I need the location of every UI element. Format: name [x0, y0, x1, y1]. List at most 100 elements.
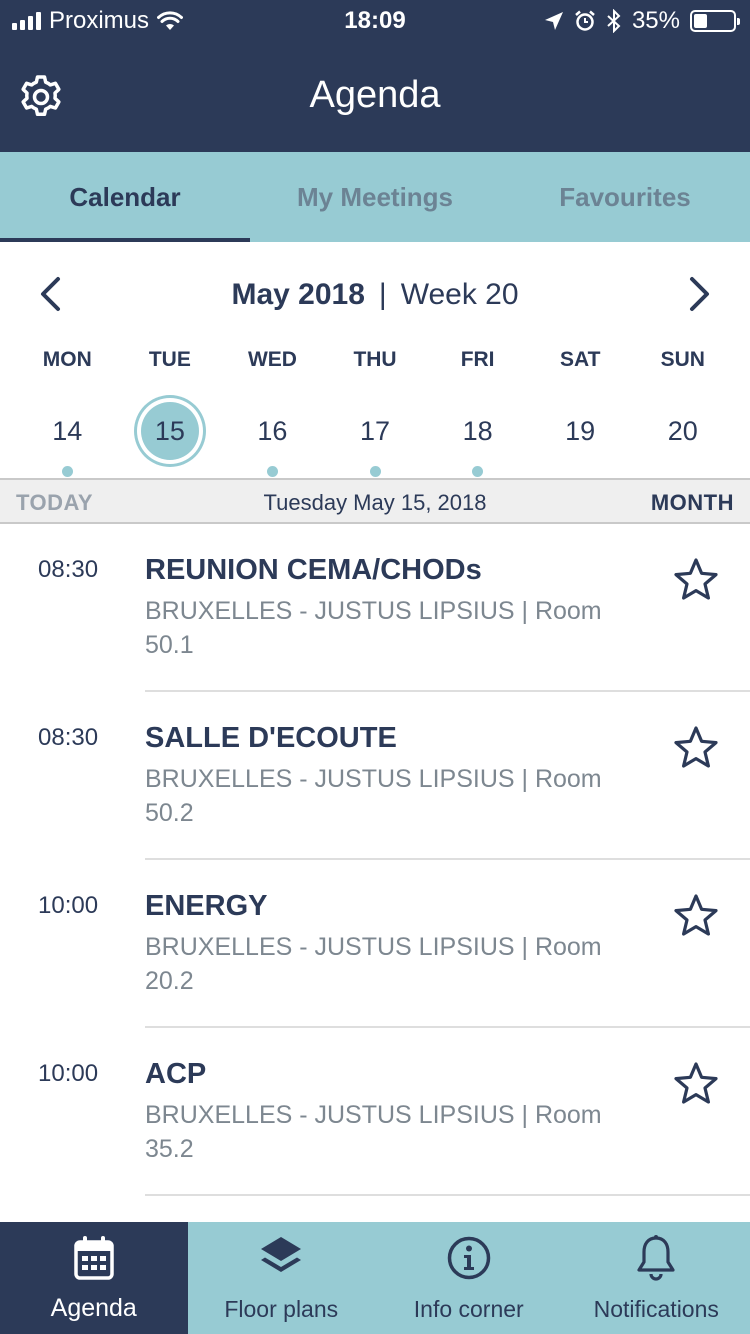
meeting-item[interactable]: 08:30 REUNION CEMA/CHODs BRUXELLES - JUS…: [0, 524, 750, 692]
meeting-list: 08:30 REUNION CEMA/CHODs BRUXELLES - JUS…: [0, 524, 750, 1196]
nav-icon-wrap: [0, 1234, 188, 1286]
nav-icon-wrap: [563, 1234, 750, 1286]
day-name: TUE: [148, 348, 191, 371]
day-name: THU: [353, 348, 397, 371]
info-icon: [447, 1236, 490, 1280]
week-title: May 2018 | Week 20: [0, 278, 750, 312]
nav-notifications[interactable]: Notifications: [563, 1222, 750, 1334]
meeting-title: ACP: [145, 1058, 207, 1090]
next-week-button[interactable]: [680, 274, 720, 314]
day-number-wrap: 20: [631, 396, 734, 466]
status-bar: Proximus 18:09 35%: [0, 0, 750, 40]
alarm-icon: [575, 10, 595, 31]
meeting-location: BRUXELLES - JUSTUS LIPSIUS | Room 35.2: [145, 1101, 602, 1163]
nav-label: Floor plans: [224, 1296, 339, 1322]
month-label: May 2018: [231, 278, 365, 311]
chevron-right-icon: [690, 277, 709, 311]
status-right: 35%: [544, 7, 740, 35]
day-column[interactable]: THU 17: [324, 340, 427, 477]
day-number-wrap: 19: [529, 396, 632, 466]
day-column[interactable]: SAT 19: [529, 340, 632, 477]
date-bar: TODAY Tuesday May 15, 2018 MONTH: [0, 478, 750, 524]
meeting-title: REUNION CEMA/CHODs: [145, 554, 482, 586]
bottom-nav: Agenda Floor plans Info corner Notificat…: [0, 1222, 750, 1334]
day-number[interactable]: 14: [38, 402, 96, 460]
meeting-location: BRUXELLES - JUSTUS LIPSIUS | Room 50.1: [145, 597, 602, 659]
location-arrow-icon: [544, 12, 563, 30]
event-indicator-dot: [369, 466, 381, 477]
tab-calendar[interactable]: Calendar: [0, 152, 250, 242]
app-header: Agenda: [0, 40, 750, 152]
day-name: WED: [247, 348, 297, 371]
day-number[interactable]: 20: [654, 402, 712, 460]
nav-label: Notifications: [593, 1296, 719, 1322]
nav-label: Agenda: [50, 1294, 137, 1322]
event-indicator-dot: [61, 466, 73, 477]
favourite-star-button[interactable]: [672, 1060, 720, 1108]
day-name: SAT: [559, 348, 601, 371]
week-label: Week 20: [400, 278, 519, 311]
meeting-title: ENERGY: [145, 890, 268, 922]
month-view-button[interactable]: MONTH: [651, 490, 734, 516]
bell-icon: [637, 1235, 675, 1281]
day-number-wrap: 16: [221, 396, 324, 466]
nav-icon-wrap: [188, 1234, 376, 1286]
meeting-time: 10:00: [38, 1060, 99, 1087]
week-separator: |: [378, 278, 387, 311]
nav-icon-wrap: [375, 1234, 563, 1286]
page-title: Agenda: [309, 74, 441, 116]
meeting-item[interactable]: 08:30 SALLE D'ECOUTE BRUXELLES - JUSTUS …: [0, 692, 750, 860]
nav-info-corner[interactable]: Info corner: [375, 1222, 563, 1334]
day-column[interactable]: FRI 18: [426, 340, 529, 477]
day-name: MON: [42, 348, 92, 371]
nav-label: Info corner: [413, 1296, 524, 1322]
event-indicator-dot: [472, 466, 484, 477]
meeting-time: 10:00: [38, 892, 99, 919]
day-number[interactable]: 17: [346, 402, 404, 460]
tab-bar: Calendar My Meetings Favourites: [0, 152, 750, 242]
favourite-star-button[interactable]: [672, 892, 720, 940]
day-column[interactable]: TUE 15: [119, 340, 222, 477]
meeting-item[interactable]: 10:00 ENERGY BRUXELLES - JUSTUS LIPSIUS …: [0, 860, 750, 1028]
day-name: SUN: [660, 348, 705, 371]
day-number-wrap: 18: [426, 396, 529, 466]
day-column[interactable]: MON 14: [16, 340, 119, 477]
nav-agenda[interactable]: Agenda: [0, 1222, 188, 1334]
tab-favourites[interactable]: Favourites: [500, 152, 750, 242]
event-indicator-dot: [266, 466, 278, 477]
meeting-item[interactable]: 10:00 ACP BRUXELLES - JUSTUS LIPSIUS | R…: [0, 1028, 750, 1196]
calendar-icon: [74, 1236, 114, 1280]
divider: [145, 1194, 750, 1196]
selected-date-label: Tuesday May 15, 2018: [263, 490, 487, 515]
day-column[interactable]: SUN 20: [631, 340, 734, 477]
day-number-wrap: 14: [16, 396, 119, 466]
star-icon: [674, 726, 718, 768]
favourite-star-button[interactable]: [672, 724, 720, 772]
day-number[interactable]: 19: [551, 402, 609, 460]
nav-floor-plans[interactable]: Floor plans: [188, 1222, 376, 1334]
day-name: FRI: [460, 348, 495, 371]
meeting-time: 08:30: [38, 724, 99, 751]
meeting-location: BRUXELLES - JUSTUS LIPSIUS | Room 20.2: [145, 933, 602, 995]
week-days: MON 14 TUE 15 WED 16 THU 17 FRI 18 SAT 1…: [16, 340, 734, 477]
star-icon: [674, 558, 718, 600]
day-number-wrap: 17: [324, 396, 427, 466]
week-navigator: May 2018 | Week 20: [0, 262, 750, 332]
meeting-location: BRUXELLES - JUSTUS LIPSIUS | Room 50.2: [145, 765, 602, 827]
star-icon: [674, 894, 718, 936]
layers-icon: [261, 1237, 302, 1272]
star-icon: [674, 1062, 718, 1104]
selected-day-number[interactable]: 15: [140, 402, 199, 460]
day-number-wrap: 15: [119, 396, 222, 466]
bluetooth-icon: [607, 9, 621, 33]
day-number[interactable]: 18: [449, 402, 507, 460]
battery-icon: [690, 10, 740, 32]
day-number[interactable]: 16: [243, 402, 301, 460]
meeting-title: SALLE D'ECOUTE: [145, 722, 397, 754]
battery-fill: [694, 14, 708, 28]
tab-my-meetings[interactable]: My Meetings: [250, 152, 500, 242]
battery-percent: 35%: [631, 7, 680, 34]
favourite-star-button[interactable]: [672, 556, 720, 604]
meeting-time: 08:30: [38, 556, 99, 583]
day-column[interactable]: WED 16: [221, 340, 324, 477]
